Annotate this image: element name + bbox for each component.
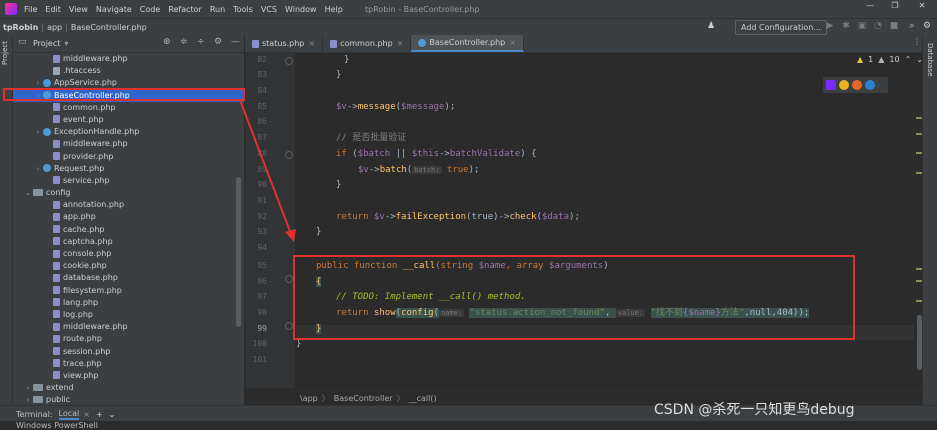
database-tool-tab[interactable]: Database: [926, 43, 934, 76]
breadcrumb-class[interactable]: BaseController: [330, 394, 397, 403]
crumb-separator: 〉: [321, 394, 330, 403]
close-tab-icon[interactable]: ×: [83, 410, 90, 419]
terminal-text: Windows PowerShell: [16, 421, 98, 430]
new-terminal-icon[interactable]: +: [96, 410, 103, 419]
csdn-watermark: CSDN @杀死一只知更鸟debug: [654, 402, 855, 418]
chevron-down-icon[interactable]: ⌄: [109, 410, 116, 419]
terminal-output[interactable]: Windows PowerShell: [0, 421, 937, 430]
terminal-label: Terminal:: [16, 409, 53, 419]
crumb-separator: 〉: [396, 394, 405, 403]
breadcrumb-namespace[interactable]: \app: [296, 394, 322, 403]
right-tool-stripe: Database: [922, 35, 937, 405]
terminal-tab-local[interactable]: Local: [58, 409, 80, 420]
annotation-arrow: [239, 99, 296, 242]
breadcrumb-method[interactable]: __call(): [405, 394, 441, 403]
